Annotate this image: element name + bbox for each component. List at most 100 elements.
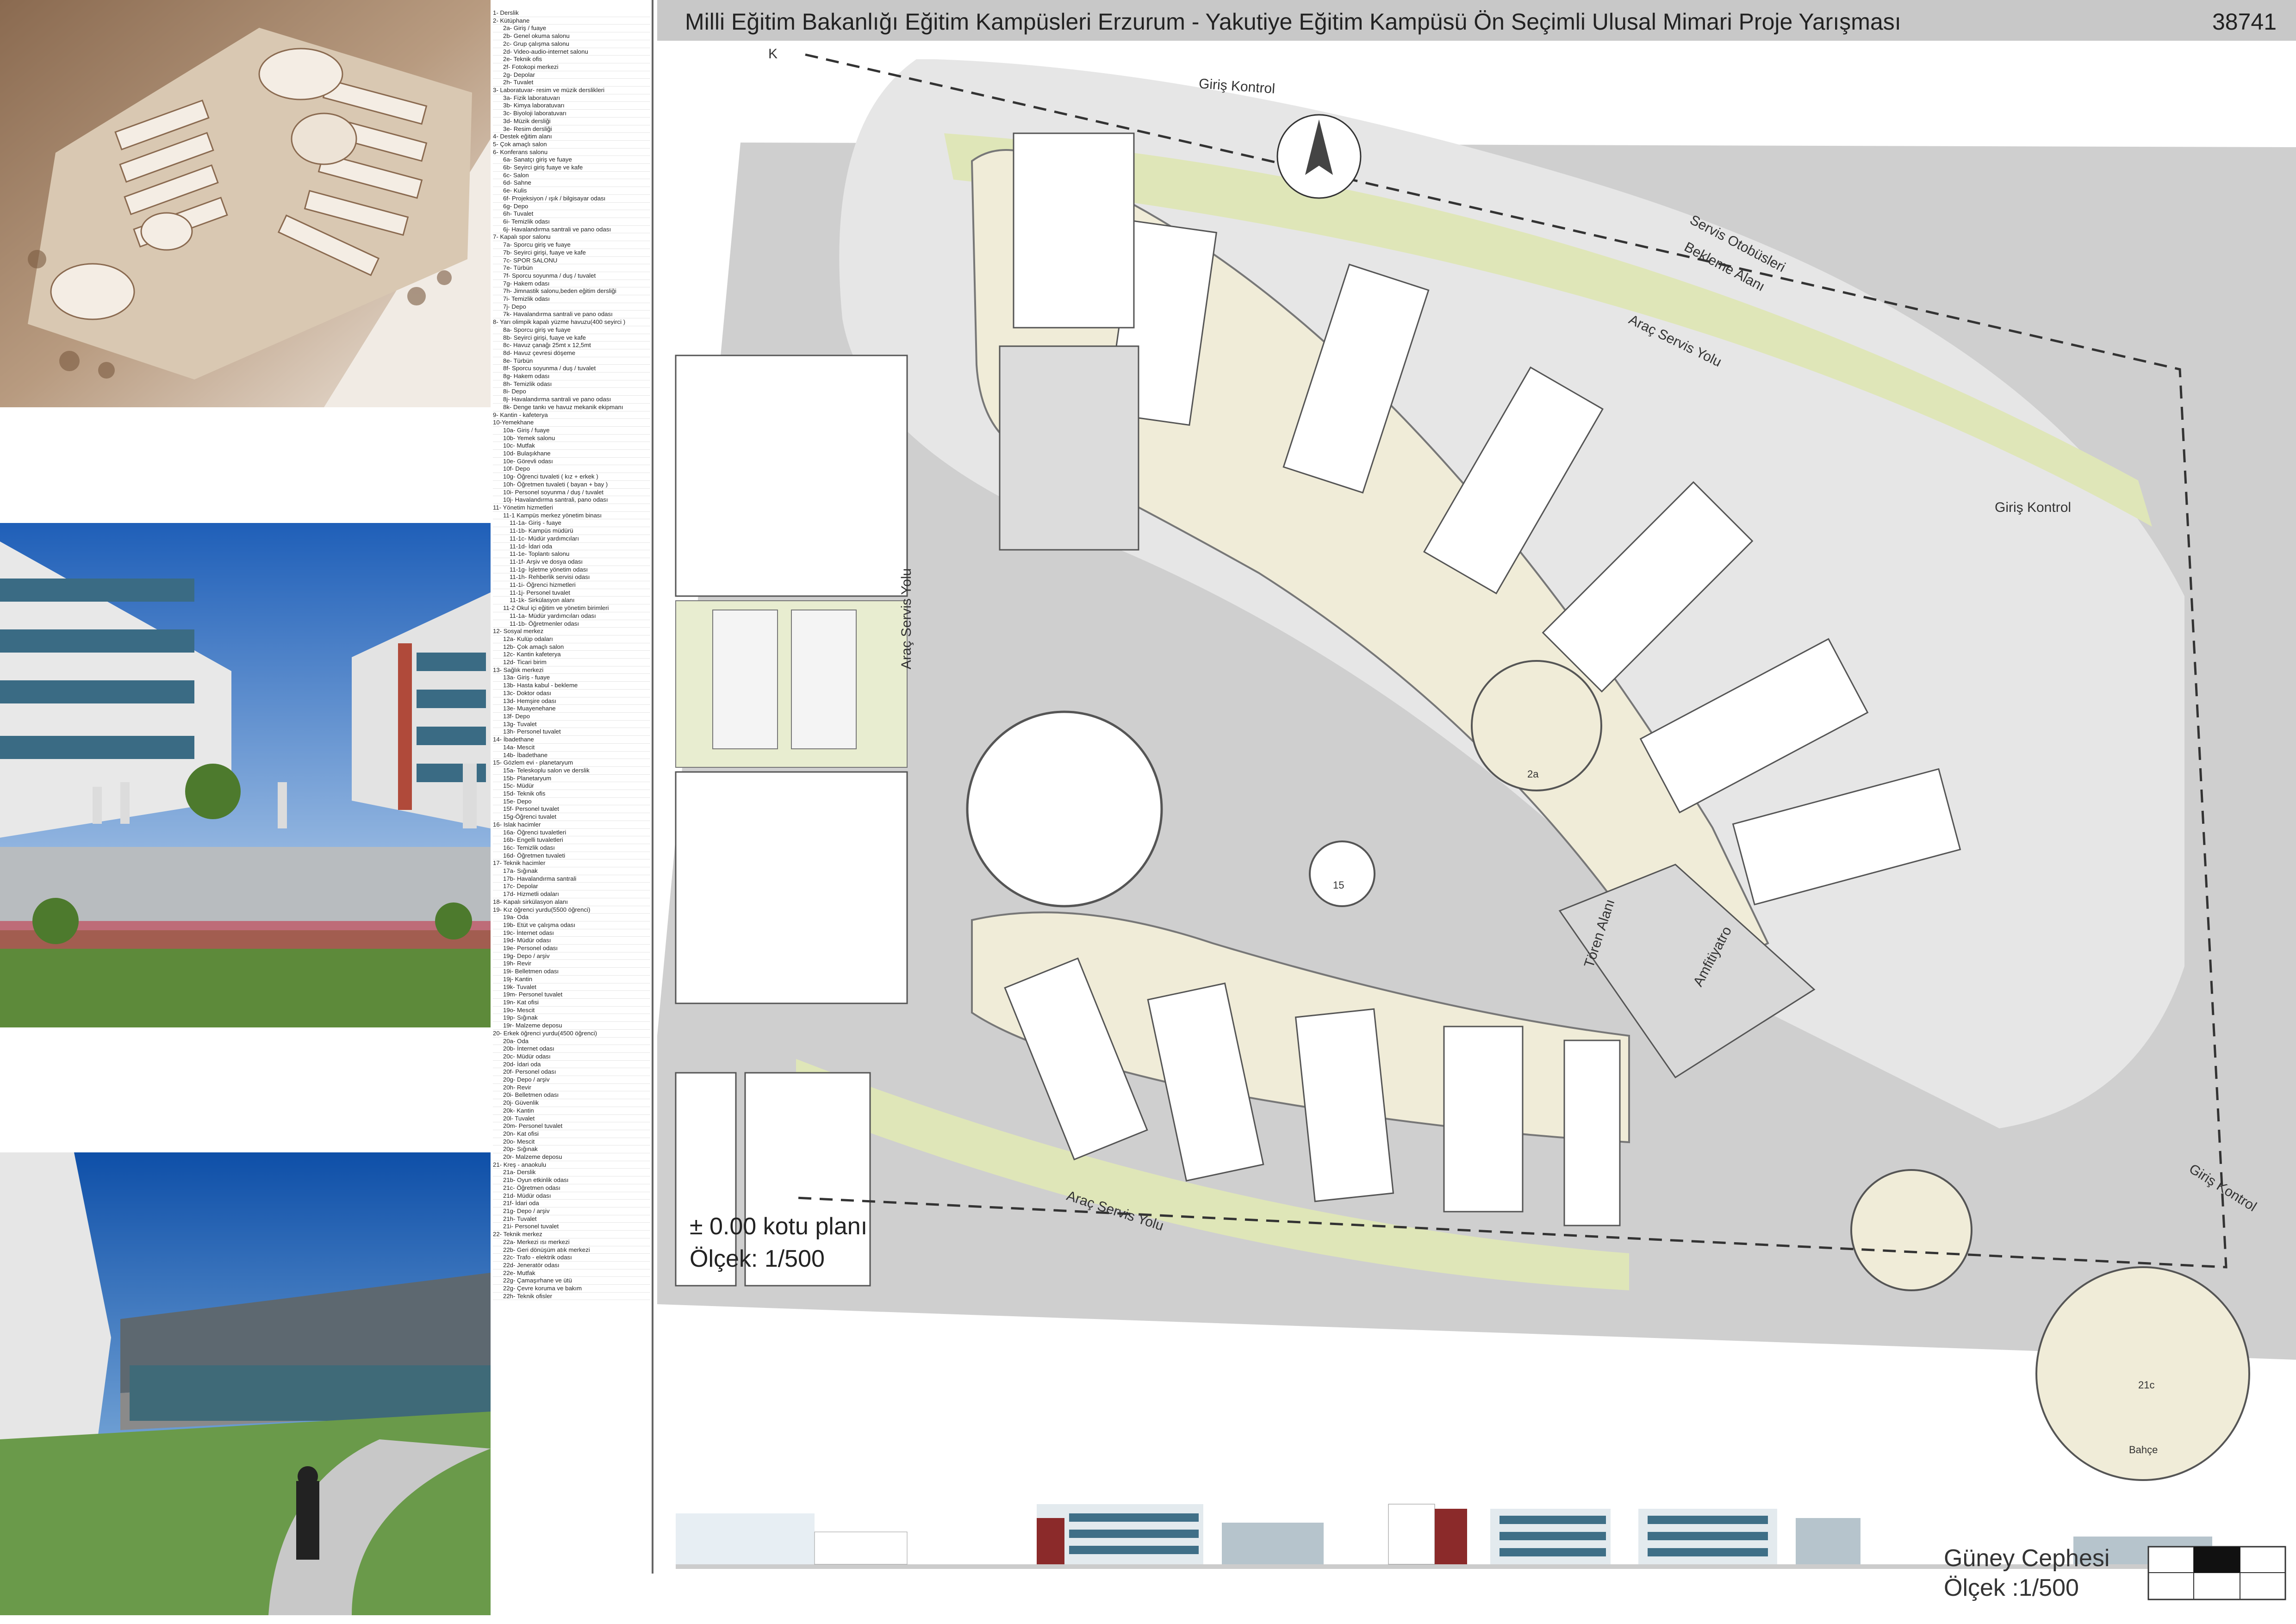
label-arac-servis-west: Araç Servis Yolu [899, 568, 915, 670]
legend-item: 20k- Kantin [493, 1107, 650, 1115]
legend-item: 11-1d- İdari oda [493, 543, 650, 551]
legend-item: 20i- Belletmen odası [493, 1091, 650, 1100]
legend-item: 7f- Sporcu soyunma / duş / tuvalet [493, 272, 650, 280]
legend-item: 5- Çok amaçlı salon [493, 141, 650, 149]
elevation-title-block: Güney Cephesi Ölçek :1/500 [1944, 1543, 2109, 1603]
north-label: K [768, 46, 778, 62]
scale-bar [2147, 1546, 2286, 1600]
legend-item: 8b- Seyirci girişi, fuaye ve kafe [493, 334, 650, 342]
legend-item: 10i- Personel soyunma / duş / tuvalet [493, 489, 650, 497]
legend-item: 20m- Personel tuvalet [493, 1122, 650, 1130]
legend-item: 12a- Kulüp odaları [493, 635, 650, 643]
legend-item: 16b- Engelli tuvaletleri [493, 836, 650, 844]
plan-scale: Ölçek: 1/500 [690, 1245, 825, 1272]
legend-item: 8j- Havalandırma santrali ve pano odası [493, 396, 650, 404]
legend-item: 19h- Revir [493, 960, 650, 968]
amphitheater-render [0, 1152, 491, 1615]
legend-item: 21a- Derslik [493, 1169, 650, 1177]
legend-item: 10e- Görevli odası [493, 458, 650, 466]
legend-item: 6c- Salon [493, 172, 650, 180]
legend-item: 19e- Personel odası [493, 945, 650, 952]
legend-item: 8a- Sporcu giriş ve fuaye [493, 326, 650, 334]
legend-item: 15- Gözlem evi - planetaryum [493, 759, 650, 767]
sports-hall [1013, 132, 1135, 329]
legend-item: 17b- Havalandırma santrali [493, 875, 650, 883]
label-bahce: Bahçe [2129, 1444, 2158, 1456]
legend-item: 3e- Resim dersliği [493, 125, 650, 133]
legend-item: 7j- Depo [493, 303, 650, 311]
legend-item: 17c- Depolar [493, 883, 650, 891]
legend-item: 22b- Geri dönüşüm atık merkezi [493, 1246, 650, 1254]
legend-item: 16- Islak hacimler [493, 821, 650, 829]
legend-item: 22g- Çamaşırhane ve ütü [493, 1277, 650, 1285]
legend-item: 11-1b- Kampüs müdürü [493, 527, 650, 535]
legend-item: 2d- Video-audio-internet salonu [493, 48, 650, 56]
legend-item: 10b- Yemek salonu [493, 435, 650, 442]
legend-item: 11-1c- Müdür yardımcıları [493, 535, 650, 543]
page-title: Milli Eğitim Bakanlığı Eğitim Kampüsleri… [685, 9, 1901, 35]
project-number: 38741 [2212, 9, 2277, 35]
site-plan [657, 41, 2296, 1499]
legend-item: 20f- Personel odası [493, 1068, 650, 1076]
legend-item: 22e- Mutfak [493, 1269, 650, 1277]
legend-item: 15c- Müdür [493, 782, 650, 790]
room-legend: 1- Derslik 2- Kütüphane 2a- Giriş / fuaye 2… [493, 9, 650, 1574]
legend-item: 8e- Türbün [493, 357, 650, 365]
legend-item: 13a- Giriş - fuaye [493, 674, 650, 682]
legend-item: 20d- İdari oda [493, 1061, 650, 1069]
legend-item: 11-1a- Müdür yardımcıları odası [493, 612, 650, 620]
legend-item: 20l- Tuvalet [493, 1115, 650, 1123]
legend-item: 19i- Belletmen odası [493, 968, 650, 976]
legend-item: 10f- Depo [493, 465, 650, 473]
legend-item: 7k- Havalandırma santrali ve pano odası [493, 311, 650, 319]
courtyard-render [0, 523, 491, 1027]
legend-item: 11-1f- Arşiv ve dosya odası [493, 558, 650, 566]
plan-title-block: ± 0.00 kotu planı Ölçek: 1/500 [690, 1210, 867, 1275]
legend-item: 11-1h- Rehberlik servisi odası [493, 573, 650, 582]
legend-item: 3d- Müzik dersliği [493, 118, 650, 125]
legend-item: 7a- Sporcu giriş ve fuaye [493, 241, 650, 249]
elevation-scale: Ölçek :1/500 [1944, 1574, 2079, 1601]
legend-item: 7g- Hakem odası [493, 280, 650, 288]
legend-item: 20- Erkek öğrenci yurdu(4500 öğrenci) [493, 1030, 650, 1038]
legend-item: 2c- Grup çalışma salonu [493, 40, 650, 48]
legend-item: 8h- Temizlik odası [493, 380, 650, 388]
dormitory-south [675, 771, 908, 1004]
label-giris-kontrol-east: Giriş Kontrol [1995, 500, 2072, 515]
legend-item: 10d- Bulaşıkhane [493, 450, 650, 458]
legend-item: 21b- Oyun etkinlik odası [493, 1176, 650, 1184]
legend-item: 14a- Mescit [493, 744, 650, 752]
legend-item: 1- Derslik [493, 9, 650, 17]
legend-item: 19p- Sığınak [493, 1014, 650, 1022]
legend-item: 10g- Öğrenci tuvaleti ( kız + erkek ) [493, 473, 650, 481]
legend-item: 9- Kantin - kafeterya [493, 411, 650, 419]
legend-item: 11-1i- Öğrenci hizmetleri [493, 581, 650, 589]
legend-item: 19r- Malzeme deposu [493, 1022, 650, 1030]
legend-item: 13- Sağlık merkezi [493, 666, 650, 674]
legend-item: 20a- Oda [493, 1038, 650, 1045]
legend-item: 7b- Seyirci girişi, fuaye ve kafe [493, 249, 650, 257]
legend-item: 15f- Personel tuvalet [493, 805, 650, 814]
legend-item: 6g- Depo [493, 203, 650, 211]
legend-item: 17- Teknik hacimler [493, 859, 650, 868]
legend-item: 14- İbadethane [493, 736, 650, 744]
legend-item: 6i- Temizlik odası [493, 218, 650, 226]
legend-item: 21f- İdari oda [493, 1200, 650, 1207]
legend-item: 21g- Depo / arşiv [493, 1207, 650, 1215]
legend-item: 19b- Etüt ve çalışma odası [493, 921, 650, 929]
legend-item: 12c- Kantin kafeterya [493, 651, 650, 659]
legend-item: 16d- Öğretmen tuvaleti [493, 852, 650, 860]
legend-item: 7- Kapalı spor salonu [493, 233, 650, 242]
legend-item: 19j- Kantin [493, 976, 650, 983]
legend-item: 20n- Kat ofisi [493, 1130, 650, 1138]
legend-item: 2a- Giriş / fuaye [493, 25, 650, 33]
legend-item: 15a- Teleskoplu salon ve derslik [493, 767, 650, 775]
legend-item: 6b- Seyirci giriş fuaye ve kafe [493, 164, 650, 172]
legend-item: 12- Sosyal merkez [493, 628, 650, 635]
legend-item: 10c- Mutfak [493, 442, 650, 450]
legend-item: 18- Kapalı sirkülasyon alanı [493, 898, 650, 906]
legend-item: 2f- Fotokopi merkezi [493, 63, 650, 71]
legend-item: 2b- Genel okuma salonu [493, 32, 650, 40]
legend-item: 2g- Depolar [493, 71, 650, 79]
legend-item: 13c- Doktor odası [493, 690, 650, 697]
